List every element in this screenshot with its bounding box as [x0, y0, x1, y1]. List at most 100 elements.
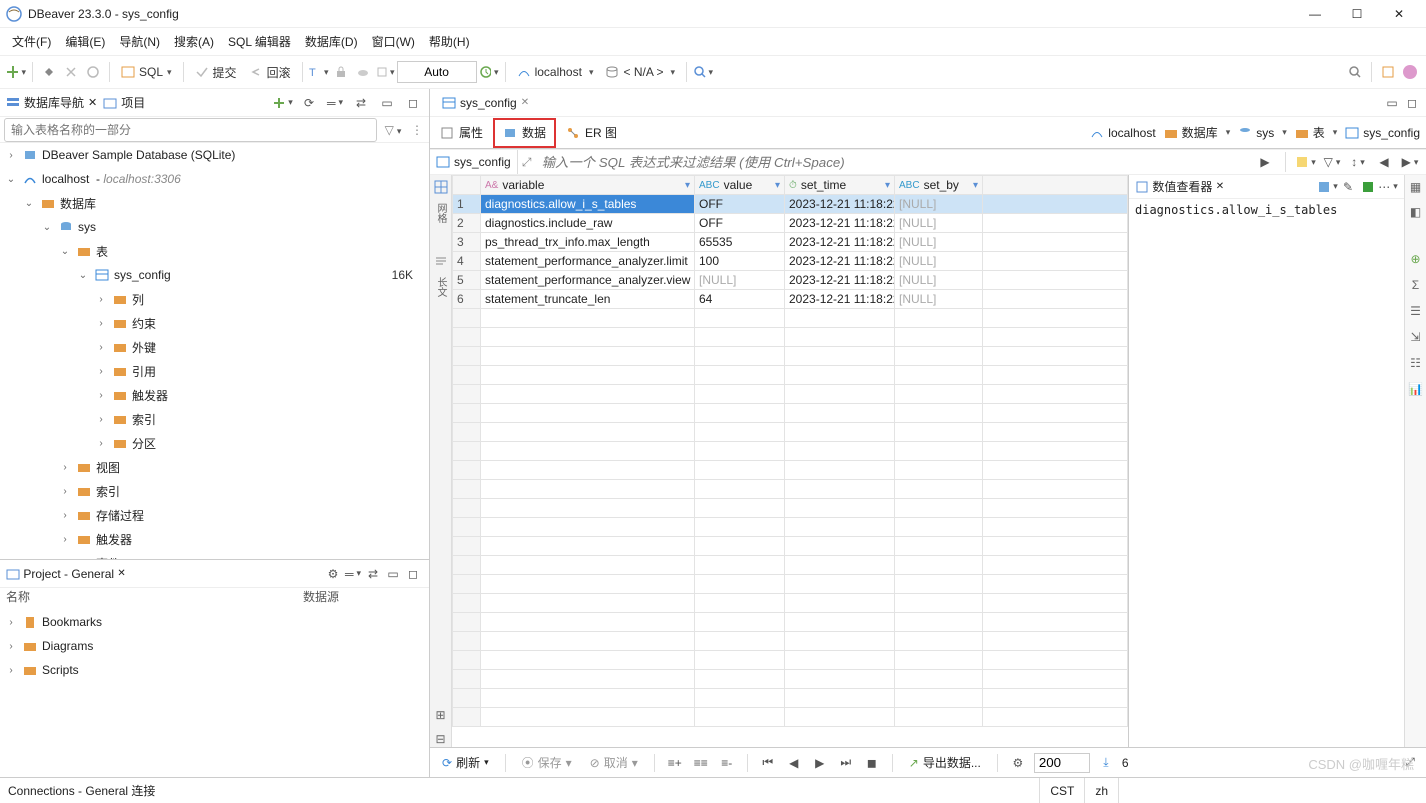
table-row[interactable]: 3 ps_thread_trx_info.max_length 65535 20… — [453, 233, 1128, 252]
sql-editor-button[interactable]: SQL▾ — [116, 61, 177, 83]
fetch-all-icon[interactable]: ⤓ — [1096, 753, 1116, 773]
tree-sys-config[interactable]: sys_config — [114, 268, 392, 282]
menu-sql-editor[interactable]: SQL 编辑器 — [222, 30, 297, 53]
cancel-button[interactable]: ⊘ 取消 ▾ — [584, 752, 644, 774]
tree-constraints[interactable]: 约束 — [132, 315, 419, 332]
col-variable[interactable]: A&variable▾ — [481, 176, 695, 195]
table-row[interactable]: 6 statement_truncate_len 64 2023-12-21 1… — [453, 290, 1128, 309]
last-page-icon[interactable]: ⏭ — [836, 753, 856, 773]
add-row-icon[interactable]: ≡+ — [665, 753, 685, 773]
col-value[interactable]: ABCvalue▾ — [695, 176, 785, 195]
database-tree[interactable]: ›DBeaver Sample Database (SQLite) ⌄local… — [0, 143, 429, 559]
history-icon[interactable] — [479, 62, 499, 82]
project-panel-tab[interactable]: 项目 — [103, 94, 145, 111]
vp-more-icon[interactable]: ⋯ — [1378, 177, 1398, 197]
prev-page-icon[interactable]: ◀ — [784, 753, 804, 773]
bc-conn[interactable]: localhost — [1090, 126, 1155, 140]
proj-max-icon[interactable]: ◻ — [403, 564, 423, 584]
tree-conn[interactable]: localhost - localhost:3306 — [42, 172, 419, 186]
next-icon[interactable]: ▶ — [1400, 152, 1420, 172]
tree-triggers[interactable]: 触发器 — [132, 387, 419, 404]
text-tab-label[interactable]: 长文 — [433, 277, 448, 297]
search-button[interactable] — [693, 62, 713, 82]
tree-procs[interactable]: 存储过程 — [96, 507, 419, 524]
menu-navigate[interactable]: 导航(N) — [113, 30, 166, 53]
del-row-icon[interactable]: ≡- — [717, 753, 737, 773]
nav-min-icon[interactable]: ▭ — [377, 93, 397, 113]
close-button[interactable]: ✕ — [1378, 0, 1420, 28]
new-connection-button[interactable] — [6, 62, 26, 82]
apply-filter-icon[interactable]: ▶ — [1255, 152, 1275, 172]
tree-views[interactable]: 视图 — [96, 459, 419, 476]
export-button[interactable]: ↗导出数据... — [903, 752, 987, 774]
disconnect-icon[interactable] — [61, 62, 81, 82]
tree-tables[interactable]: 表 — [96, 243, 419, 260]
proj-min-icon[interactable]: ▭ — [383, 564, 403, 584]
proj-gear-icon[interactable]: ⚙ — [323, 564, 343, 584]
tx-button[interactable]: T — [309, 62, 329, 82]
table-row[interactable]: 1 diagnostics.allow_i_s_tables OFF 2023-… — [453, 195, 1128, 214]
group-icon[interactable]: ☰ — [1408, 303, 1424, 319]
text-mode-icon[interactable] — [433, 253, 449, 269]
page-size-input[interactable] — [1034, 753, 1090, 773]
bc-db[interactable]: 数据库 — [1164, 124, 1231, 141]
data-grid[interactable]: A&variable▾ ABCvalue▾ ⏱set_time▾ ABCset_… — [452, 175, 1128, 727]
tree-top-indexes[interactable]: 索引 — [96, 483, 419, 500]
save-button[interactable]: ⦿ 保存 ▾ — [516, 752, 578, 774]
menu-file[interactable]: 文件(F) — [6, 30, 57, 53]
editor-min-icon[interactable]: ▭ — [1382, 93, 1402, 113]
tree-events[interactable]: 事件 — [96, 555, 419, 560]
tree-indexes[interactable]: 索引 — [132, 411, 419, 428]
editor-max-icon[interactable]: ◻ — [1402, 93, 1422, 113]
menu-search[interactable]: 搜索(A) — [168, 30, 220, 53]
tree-fk[interactable]: 外键 — [132, 339, 419, 356]
col-set-by[interactable]: ABCset_by▾ — [895, 176, 983, 195]
maximize-button[interactable]: ☐ — [1336, 0, 1378, 28]
nav-new-icon[interactable] — [273, 93, 293, 113]
nav-refresh-icon[interactable]: ⟳ — [299, 93, 319, 113]
nav-panel-tab[interactable]: 数据库导航✕ — [6, 94, 97, 111]
tree-sys[interactable]: sys — [78, 220, 419, 234]
proj-link-icon[interactable]: ⇄ — [363, 564, 383, 584]
bc-tables[interactable]: 表 — [1295, 124, 1338, 141]
nav-link-icon[interactable]: ⇄ — [351, 93, 371, 113]
tree-databases[interactable]: 数据库 — [60, 195, 419, 212]
subtab-data[interactable]: 数据 — [493, 118, 556, 148]
settings-icon[interactable]: ⋮ — [405, 123, 429, 137]
expand-icon[interactable]: ⤢ — [518, 152, 536, 172]
tree-partitions[interactable]: 分区 — [132, 435, 419, 452]
next-page-icon[interactable]: ▶ — [810, 753, 830, 773]
col-set-time[interactable]: ⏱set_time▾ — [785, 176, 895, 195]
plug-icon[interactable] — [39, 62, 59, 82]
proj-scripts[interactable]: Scripts — [42, 663, 419, 677]
grid-mode-icon[interactable] — [433, 179, 449, 195]
tree-columns[interactable]: 列 — [132, 291, 419, 308]
tree-filter-input[interactable] — [4, 118, 377, 142]
refs-icon[interactable]: ⇲ — [1408, 329, 1424, 345]
table-row[interactable]: 4 statement_performance_analyzer.limit 1… — [453, 252, 1128, 271]
subtab-properties[interactable]: 属性 — [430, 117, 493, 149]
commit-button[interactable]: 提交 — [190, 61, 242, 83]
filter-icon[interactable]: ▽ — [381, 123, 405, 137]
table-row[interactable]: 2 diagnostics.include_raw OFF 2023-12-21… — [453, 214, 1128, 233]
maximize-result-icon[interactable]: ⤢ — [1400, 753, 1420, 773]
bc-schema[interactable]: sys — [1238, 126, 1287, 140]
proj-collapse-icon[interactable]: ═ — [343, 564, 363, 584]
fetch-settings-icon[interactable]: ⚙ — [1008, 753, 1028, 773]
tree-top-triggers[interactable]: 触发器 — [96, 531, 419, 548]
editor-tab-sys-config[interactable]: sys_config✕ — [434, 91, 537, 115]
dup-row-icon[interactable]: ≡≡ — [691, 753, 711, 773]
subtab-er[interactable]: ER 图 — [556, 117, 627, 149]
sql-source-label[interactable]: sys_config — [430, 150, 518, 174]
stop-icon[interactable]: ◼ — [862, 753, 882, 773]
first-page-icon[interactable]: ⏮ — [758, 753, 778, 773]
proj-diagrams[interactable]: Diagrams — [42, 639, 419, 653]
menu-edit[interactable]: 编辑(E) — [59, 30, 111, 53]
database-selector[interactable]: < N/A > — [600, 61, 680, 83]
rollback-button[interactable]: 回滚 — [244, 61, 296, 83]
auto-commit-mode[interactable] — [397, 61, 477, 83]
nav-max-icon[interactable]: ◻ — [403, 93, 423, 113]
minimize-button[interactable]: ― — [1294, 0, 1336, 28]
menu-window[interactable]: 窗口(W) — [366, 30, 421, 53]
search-toolbar-icon[interactable] — [1345, 62, 1365, 82]
